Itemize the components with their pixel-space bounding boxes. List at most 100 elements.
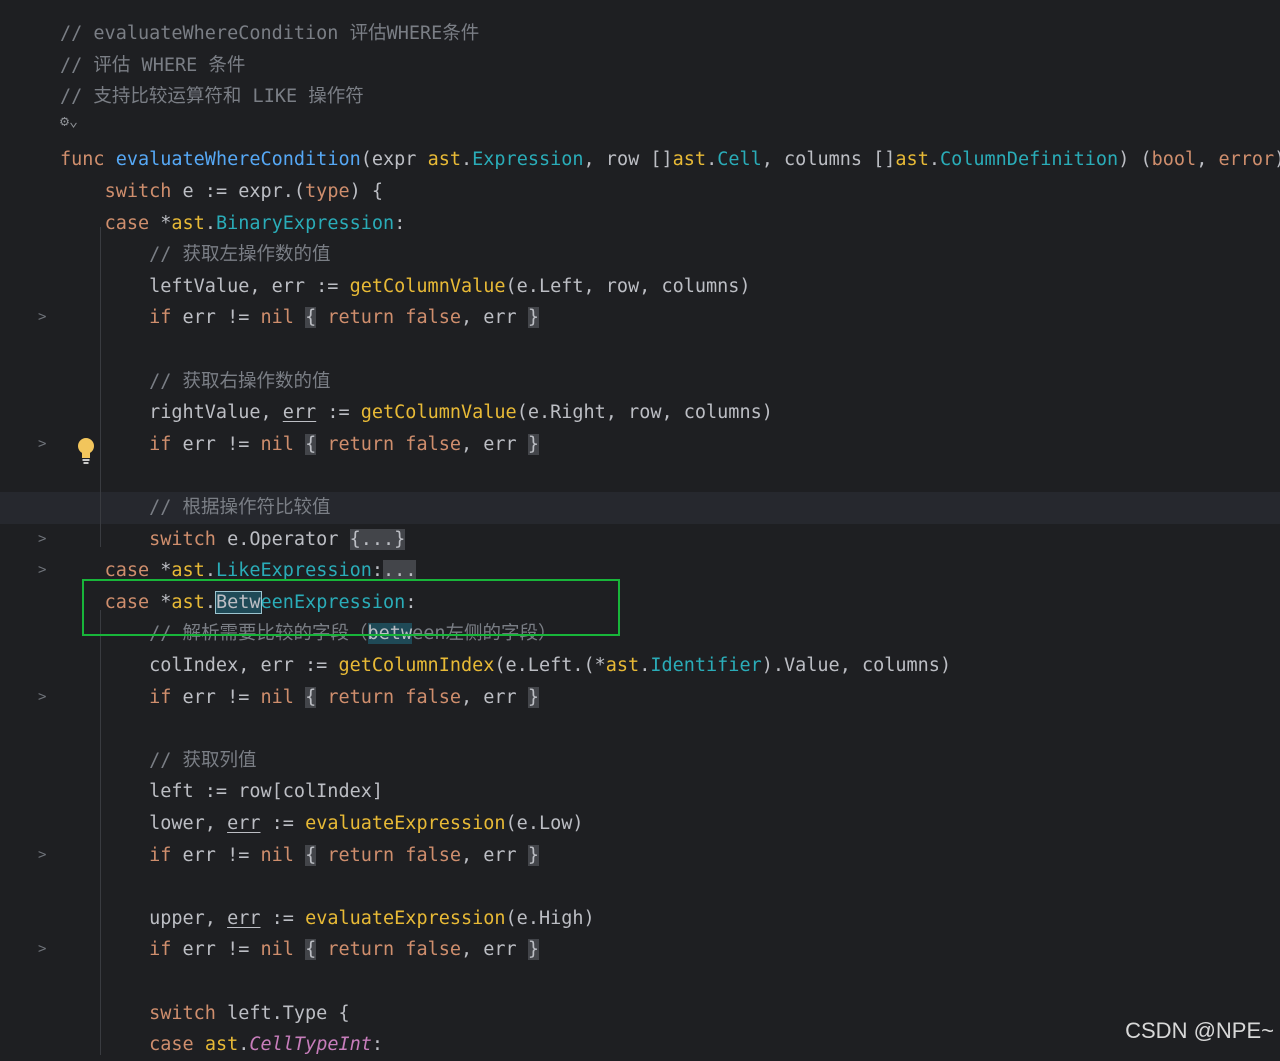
code-token: , row [] — [583, 149, 673, 171]
code-line[interactable]: upper, err := evaluateExpression(e.High) — [0, 903, 1280, 935]
code-token: err != — [171, 433, 261, 455]
code-text: func evaluateWhereCondition(expr ast.Exp… — [60, 144, 1280, 176]
code-line[interactable]: lower, err := evaluateExpression(e.Low) — [0, 808, 1280, 840]
code-token: { — [305, 686, 317, 708]
code-token: return false — [327, 433, 461, 455]
code-text: // evaluateWhereCondition 评估WHERE条件 — [60, 18, 479, 50]
code-line[interactable]: // 评估 WHERE 条件 — [0, 50, 1280, 82]
code-text: if err != nil { return false, err } — [60, 429, 539, 461]
code-line[interactable]: // 获取右操作数的值 — [0, 366, 1280, 398]
lightbulb-icon[interactable] — [74, 436, 98, 466]
code-token: getColumnIndex — [338, 655, 495, 676]
code-token: Identifier — [650, 655, 762, 676]
code-line[interactable] — [0, 334, 1280, 366]
code-token: * — [149, 212, 172, 234]
code-token: left.Type { — [215, 1002, 350, 1024]
code-line[interactable]: // 获取左操作数的值 — [0, 239, 1280, 271]
code-token: err — [227, 907, 261, 929]
code-token: colIndex, err := — [60, 655, 339, 676]
fold-chevron-icon[interactable]: > — [38, 524, 46, 556]
code-token: ) { — [349, 181, 384, 202]
code-token: { — [305, 433, 317, 455]
code-line[interactable] — [0, 113, 1280, 145]
code-token: err != — [171, 307, 261, 329]
code-token: { — [305, 939, 317, 961]
fold-chevron-icon[interactable]: > — [38, 682, 46, 714]
code-line[interactable]: // evaluateWhereCondition 评估WHERE条件 — [0, 18, 1280, 50]
code-token: left := row[colIndex] — [60, 781, 384, 803]
code-line[interactable]: > if err != nil { return false, err } — [0, 934, 1280, 966]
code-token: , err — [461, 939, 528, 961]
code-line[interactable]: switch left.Type { — [0, 998, 1280, 1030]
code-line[interactable]: > if err != nil { return false, err } — [0, 840, 1280, 872]
code-text: if err != nil { return false, err } — [60, 302, 539, 334]
code-line[interactable] — [0, 871, 1280, 903]
code-token: {...} — [349, 528, 406, 550]
code-token: // 评估 WHERE 条件 — [60, 54, 246, 76]
code-line[interactable]: left := row[colIndex] — [0, 776, 1280, 808]
code-line[interactable]: // 根据操作符比较值 — [0, 492, 1280, 524]
code-token: rightValue, — [60, 402, 283, 424]
code-token: ast — [672, 149, 707, 171]
code-token: . — [928, 149, 940, 171]
code-line[interactable]: > switch e.Operator {...} — [0, 524, 1280, 556]
code-token: err != — [171, 686, 261, 708]
code-token: . — [461, 149, 473, 171]
code-line[interactable]: // 支持比较运算符和 LIKE 操作符 — [0, 81, 1280, 113]
code-token: if — [149, 939, 172, 961]
code-line[interactable]: // 获取列值 — [0, 745, 1280, 777]
fold-chevron-icon[interactable]: > — [38, 934, 46, 966]
code-text: left := row[colIndex] — [60, 776, 383, 808]
code-line[interactable]: case ast.CellTypeInt: — [0, 1029, 1280, 1061]
code-line[interactable]: func evaluateWhereCondition(expr ast.Exp… — [0, 144, 1280, 176]
code-token: return false — [327, 307, 461, 329]
code-line[interactable]: rightValue, err := getColumnValue(e.Righ… — [0, 397, 1280, 429]
code-token: error — [1218, 149, 1275, 171]
code-line[interactable]: > if err != nil { return false, err } — [0, 302, 1280, 334]
code-token: upper, — [60, 907, 228, 929]
code-text: // 获取列值 — [60, 745, 256, 777]
fold-chevron-icon[interactable]: > — [38, 555, 46, 587]
code-token: := — [316, 402, 361, 424]
code-line[interactable]: case *ast.BinaryExpression: — [0, 208, 1280, 240]
code-token: // 获取左操作数的值 — [149, 244, 331, 266]
fold-chevron-icon[interactable]: > — [38, 840, 46, 872]
code-line[interactable]: > if err != nil { return false, err } — [0, 429, 1280, 461]
code-line[interactable]: colIndex, err := getColumnIndex(e.Left.(… — [0, 650, 1280, 682]
code-text: rightValue, err := getColumnValue(e.Righ… — [60, 397, 773, 429]
code-line[interactable] — [0, 460, 1280, 492]
fold-chevron-icon[interactable]: > — [38, 302, 46, 334]
fold-chevron-icon[interactable]: > — [38, 429, 46, 461]
code-line[interactable]: switch e := expr.(type) { — [0, 176, 1280, 208]
code-token: nil — [260, 307, 294, 329]
code-token: , columns [] — [761, 149, 896, 171]
code-token: switch — [104, 181, 172, 202]
code-token: CellTypeInt — [249, 1034, 372, 1056]
watermark-text: CSDN @NPE~ — [1125, 1018, 1274, 1043]
code-line[interactable] — [0, 966, 1280, 998]
code-token: case — [104, 212, 150, 234]
code-line[interactable]: > if err != nil { return false, err } — [0, 682, 1280, 714]
code-token: evaluateExpression — [305, 907, 506, 929]
code-text: if err != nil { return false, err } — [60, 840, 539, 872]
code-token: nil — [260, 686, 294, 708]
code-line[interactable]: leftValue, err := getColumnValue(e.Left,… — [0, 271, 1280, 303]
code-token: e := expr.( — [171, 181, 306, 202]
code-editor[interactable]: // evaluateWhereCondition 评估WHERE条件 // 评估… — [0, 0, 1280, 1055]
code-text: if err != nil { return false, err } — [60, 934, 539, 966]
code-text: case ast.CellTypeInt: — [60, 1029, 383, 1061]
code-token: return false — [327, 939, 461, 961]
code-token: , err — [461, 844, 528, 866]
code-line[interactable] — [0, 713, 1280, 745]
generate-gutter-icon[interactable]: ⚙⌄ — [60, 106, 78, 138]
code-token: } — [527, 433, 539, 455]
